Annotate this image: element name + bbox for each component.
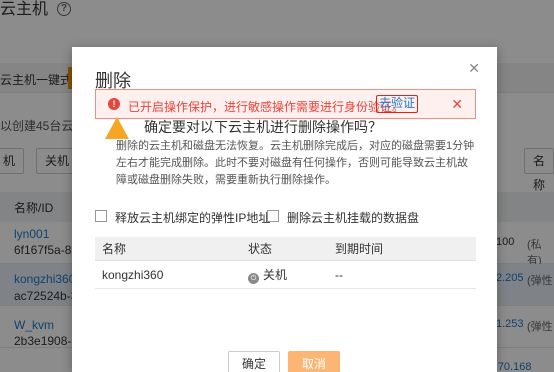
- close-icon[interactable]: ✕: [468, 61, 480, 75]
- close-icon[interactable]: ✕: [451, 96, 463, 112]
- delete-dialog: 删除 ✕ ! 已开启操作保护，进行敏感操作需要进行身份验证。 去验证 ✕ 确定要…: [72, 47, 497, 372]
- col-name-header: 名称: [102, 242, 127, 256]
- instance-expire: --: [335, 268, 343, 282]
- warning-icon: [105, 117, 129, 139]
- alert-text: 已开启操作保护，进行敏感操作需要进行身份验证。: [128, 100, 405, 114]
- table-header-row: 名称 状态 到期时间: [95, 237, 476, 261]
- release-ip-label[interactable]: 释放云主机绑定的弹性IP地址: [115, 209, 270, 226]
- col-status-header: 状态: [248, 242, 273, 256]
- error-icon: !: [108, 98, 120, 110]
- delete-disk-checkbox[interactable]: [267, 210, 279, 222]
- delete-disk-label[interactable]: 删除云主机挂载的数据盘: [287, 209, 419, 226]
- status-text: 关机: [263, 268, 288, 282]
- power-icon: ⏻: [248, 273, 259, 284]
- verify-link[interactable]: 去验证: [376, 95, 419, 113]
- instance-table: 名称 状态 到期时间 kongzhi360 ⏻ 关机 --: [95, 237, 476, 289]
- operation-protection-alert: ! 已开启操作保护，进行敏感操作需要进行身份验证。 去验证 ✕: [95, 89, 476, 119]
- release-ip-checkbox[interactable]: [95, 210, 107, 222]
- instance-name: kongzhi360: [102, 268, 164, 282]
- delete-description: 删除的云主机和磁盘无法恢复。云主机删除完成后，对应的磁盘需要1分钟左右才能完成删…: [116, 140, 475, 186]
- ok-button[interactable]: 确定: [228, 351, 280, 372]
- dialog-footer: 确定 取消: [72, 345, 497, 372]
- table-row: kongzhi360 ⏻ 关机 --: [95, 261, 476, 289]
- cancel-button[interactable]: 取消: [288, 351, 340, 372]
- col-expire-header: 到期时间: [335, 242, 384, 256]
- instance-status: ⏻ 关机: [248, 261, 287, 289]
- confirm-question: 确定要对以下云主机进行删除操作吗？: [144, 119, 382, 135]
